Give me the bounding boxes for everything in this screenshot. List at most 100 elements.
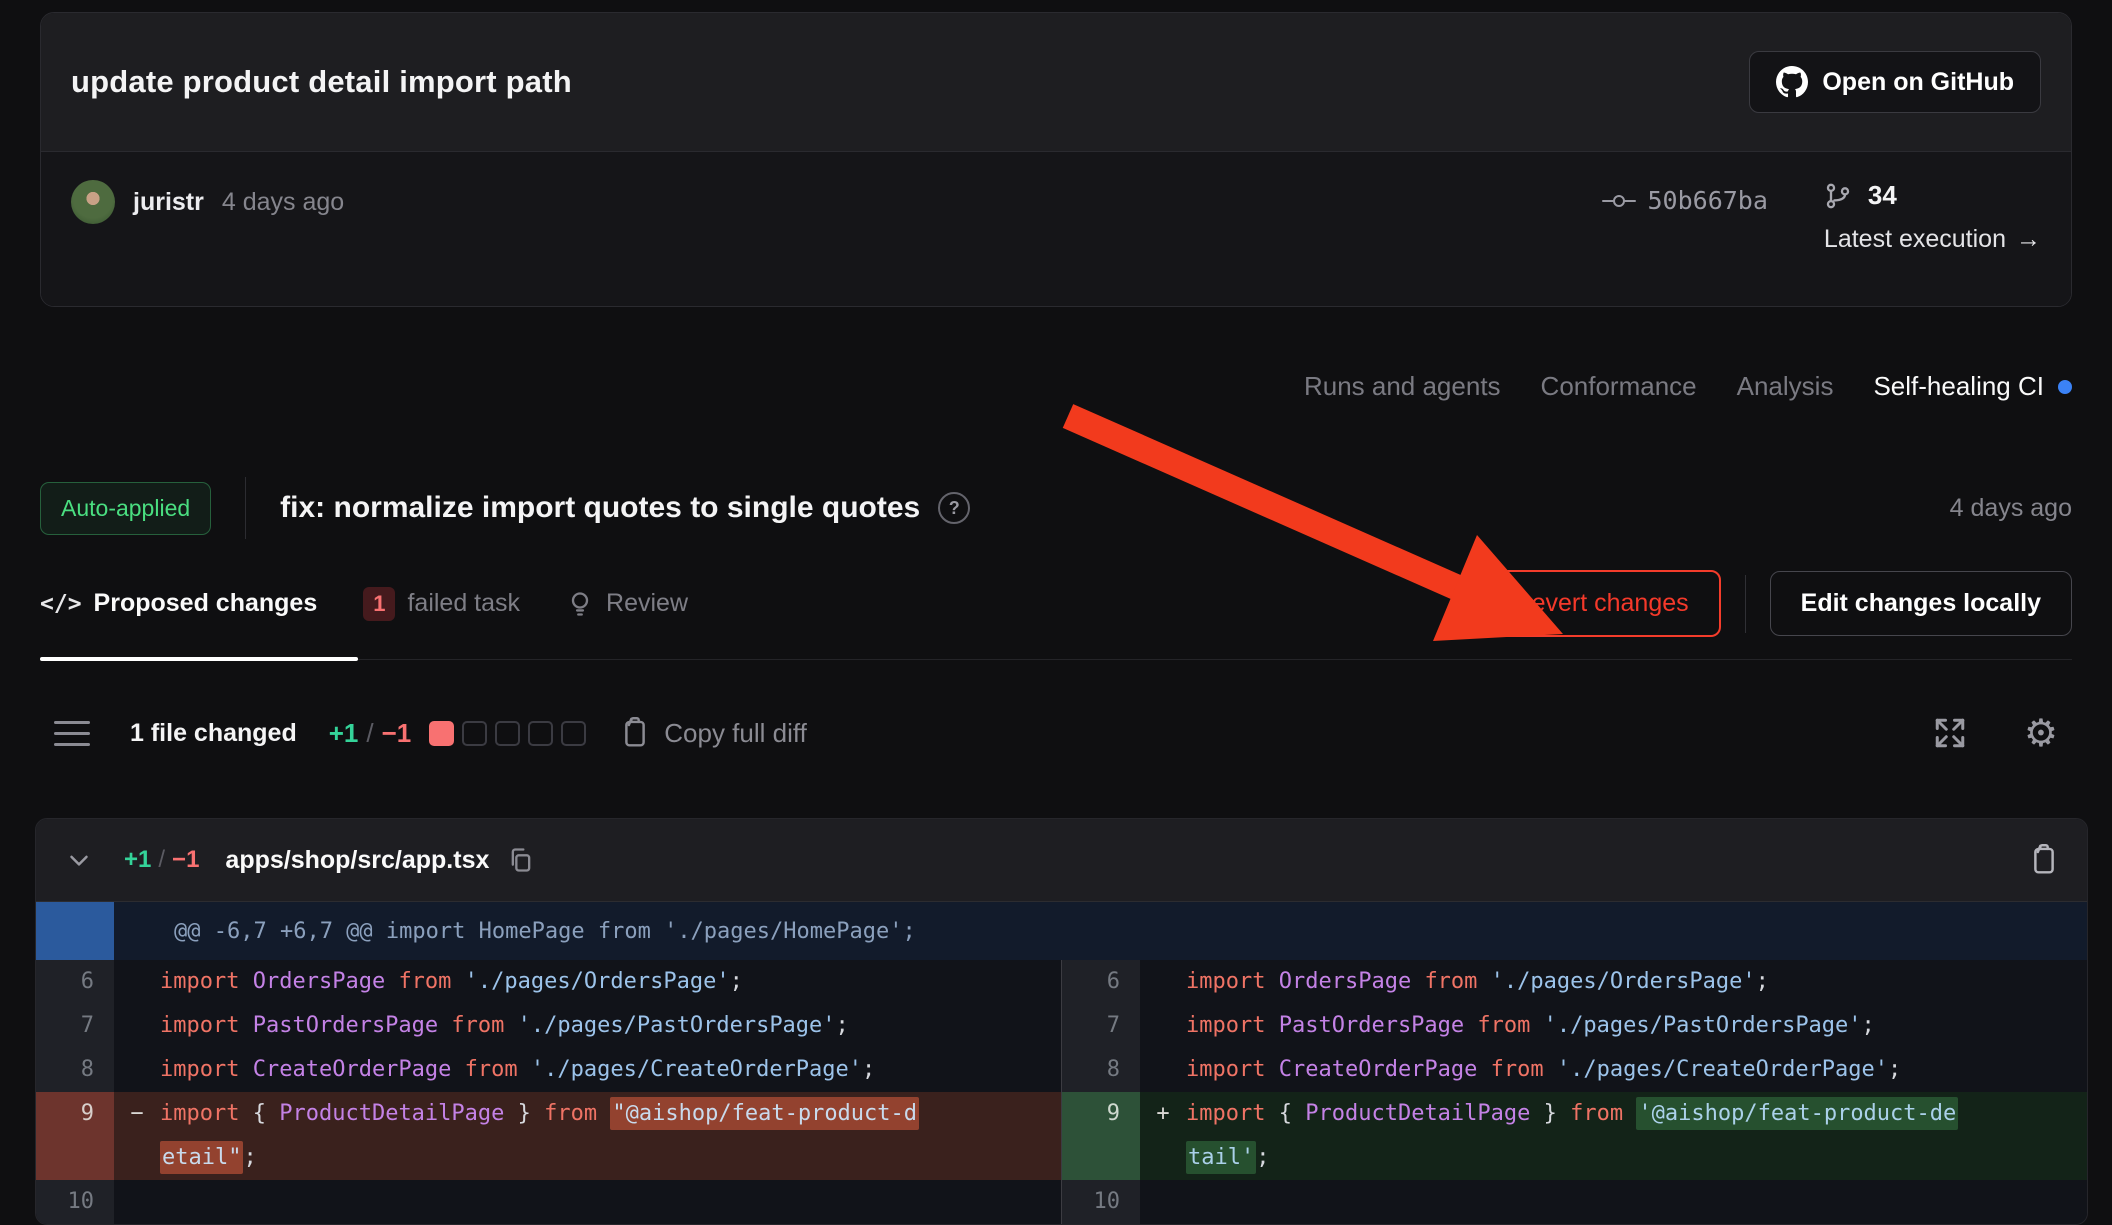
diff-stat-square: [561, 721, 586, 746]
clipboard-icon: [620, 717, 650, 749]
diff-sign: −: [114, 1092, 160, 1180]
active-tab-underline: [40, 657, 358, 661]
diff-stat-square: [495, 721, 520, 746]
diff-stat-square: [462, 721, 487, 746]
commit-card: update product detail import path Open o…: [40, 12, 2072, 307]
diff-sign: +: [1140, 1092, 1186, 1180]
file-diff-card: +1 / −1 apps/shop/src/app.tsx @@ -6,7 +6…: [35, 818, 2088, 1225]
commit-icon: [1602, 189, 1636, 213]
diff-line: 10: [36, 1180, 1061, 1224]
nav-item-analysis[interactable]: Analysis: [1737, 371, 1834, 402]
tab-review[interactable]: Review: [566, 589, 688, 618]
line-number: 8: [1062, 1048, 1140, 1092]
diff-line: 6 import OrdersPage from './pages/OrdersP…: [1062, 960, 2087, 1004]
diff-stat-square: [429, 721, 454, 746]
diff-sign: [114, 1048, 160, 1092]
diff-sign: [1140, 960, 1186, 1004]
diff-stat-square: [528, 721, 553, 746]
settings-gear-icon[interactable]: ⚙: [2024, 714, 2058, 752]
diff-toolbar: 1 file changed +1 / −1 Copy full diff ⚙: [40, 694, 2072, 772]
code-content: [160, 1180, 1061, 1224]
vertical-divider: [245, 477, 246, 539]
fix-title: fix: normalize import quotes to single q…: [280, 491, 920, 525]
code-content: import OrdersPage from './pages/OrdersPa…: [160, 960, 1061, 1004]
diff-sign: [114, 1004, 160, 1048]
git-branch-icon: [1824, 182, 1852, 210]
expand-fullscreen-icon[interactable]: [1932, 715, 1968, 751]
fix-time: 4 days ago: [1950, 494, 2072, 523]
action-buttons: Revert changes Edit changes locally: [1482, 570, 2072, 637]
copy-full-diff-label: Copy full diff: [664, 718, 807, 749]
collapse-chevron-icon[interactable]: [64, 845, 94, 875]
diff-pane-new: 6 import OrdersPage from './pages/OrdersP…: [1061, 960, 2087, 1224]
file-additions: +1: [124, 846, 151, 874]
code-content: import { ProductDetailPage } from '@aish…: [1186, 1092, 2087, 1180]
line-number: 7: [36, 1004, 114, 1048]
line-number: 9: [36, 1092, 114, 1180]
latest-execution-label: Latest execution: [1824, 225, 2006, 254]
edit-changes-locally-button[interactable]: Edit changes locally: [1770, 571, 2072, 636]
auto-applied-badge: Auto-applied: [40, 482, 211, 535]
diff-line: 8import CreateOrderPage from './pages/Cr…: [1062, 1048, 2087, 1092]
code-icon: </>: [40, 591, 82, 617]
diff-line: 7import PastOrdersPage from './pages/Pas…: [36, 1004, 1061, 1048]
tab-proposed-changes[interactable]: </> Proposed changes: [40, 589, 317, 618]
button-divider: [1745, 575, 1746, 633]
help-icon[interactable]: ?: [938, 492, 970, 524]
additions-count: +1: [329, 718, 359, 749]
authored-time: 4 days ago: [222, 188, 344, 217]
run-number: 34: [1868, 180, 1897, 211]
copy-path-icon[interactable]: [507, 846, 535, 874]
open-on-github-button[interactable]: Open on GitHub: [1749, 51, 2041, 113]
file-list-menu-icon[interactable]: [54, 721, 90, 746]
deletions-count: −1: [382, 718, 412, 749]
toolbar-right: ⚙: [1932, 714, 2058, 752]
file-deletions: −1: [172, 846, 199, 874]
revert-changes-button[interactable]: Revert changes: [1482, 570, 1721, 637]
lightbulb-icon: [566, 590, 594, 618]
stat-separator: /: [366, 718, 373, 749]
commit-sha-block[interactable]: 50b667ba: [1602, 186, 1768, 215]
tab-label: Proposed changes: [94, 589, 318, 618]
top-nav: Runs and agents Conformance Analysis Sel…: [40, 371, 2072, 402]
tab-label: Review: [606, 589, 688, 618]
code-content: import PastOrdersPage from './pages/Past…: [1186, 1004, 2087, 1048]
diff-body: 6import OrdersPage from './pages/OrdersP…: [36, 960, 2087, 1224]
line-number: 10: [36, 1180, 114, 1224]
files-changed-label: 1 file changed: [130, 719, 297, 748]
diff-line: 6import OrdersPage from './pages/OrdersP…: [36, 960, 1061, 1004]
file-stat-separator: /: [158, 846, 165, 874]
diff-sign: [1140, 1048, 1186, 1092]
line-number: 9: [1062, 1092, 1140, 1180]
nav-item-label: Self-healing CI: [1873, 371, 2044, 402]
nav-item-self-healing-ci[interactable]: Self-healing CI: [1873, 371, 2072, 402]
nav-item-runs-and-agents[interactable]: Runs and agents: [1304, 371, 1501, 402]
execution-block: 34 Latest execution →: [1824, 180, 2041, 254]
line-number: 7: [1062, 1004, 1140, 1048]
active-nav-dot: [2058, 380, 2072, 394]
tab-failed-task[interactable]: 1 failed task: [363, 587, 520, 621]
diff-sign: [114, 1180, 160, 1224]
copy-file-diff-icon[interactable]: [2029, 844, 2059, 876]
commit-sha: 50b667ba: [1648, 186, 1768, 215]
open-on-github-label: Open on GitHub: [1822, 68, 2014, 97]
diff-line: 9−import { ProductDetailPage } from "@ai…: [36, 1092, 1061, 1180]
code-content: import { ProductDetailPage } from "@aish…: [160, 1092, 1061, 1180]
commit-meta: 50b667ba 34 Latest execution →: [1602, 180, 2042, 254]
latest-execution-link[interactable]: Latest execution →: [1824, 225, 2041, 254]
code-content: import CreateOrderPage from './pages/Cre…: [160, 1048, 1061, 1092]
diff-sign: [1140, 1004, 1186, 1048]
diff-line: 7 import PastOrdersPage from './pages/Pas…: [1062, 1004, 2087, 1048]
hunk-gutter-block: [36, 902, 114, 960]
diff-stat-squares: [429, 721, 586, 746]
diff-sign: [114, 960, 160, 1004]
file-path: apps/shop/src/app.tsx: [225, 846, 489, 875]
branch-row: 34: [1824, 180, 1897, 211]
line-number: 6: [1062, 960, 1140, 1004]
tab-label: failed task: [407, 589, 520, 618]
nav-item-conformance[interactable]: Conformance: [1541, 371, 1697, 402]
diff-sign: [1140, 1180, 1186, 1224]
diff-line: 9+import { ProductDetailPage } from '@ai…: [1062, 1092, 2087, 1180]
code-content: import OrdersPage from './pages/OrdersPa…: [1186, 960, 2087, 1004]
copy-full-diff-button[interactable]: Copy full diff: [620, 717, 807, 749]
